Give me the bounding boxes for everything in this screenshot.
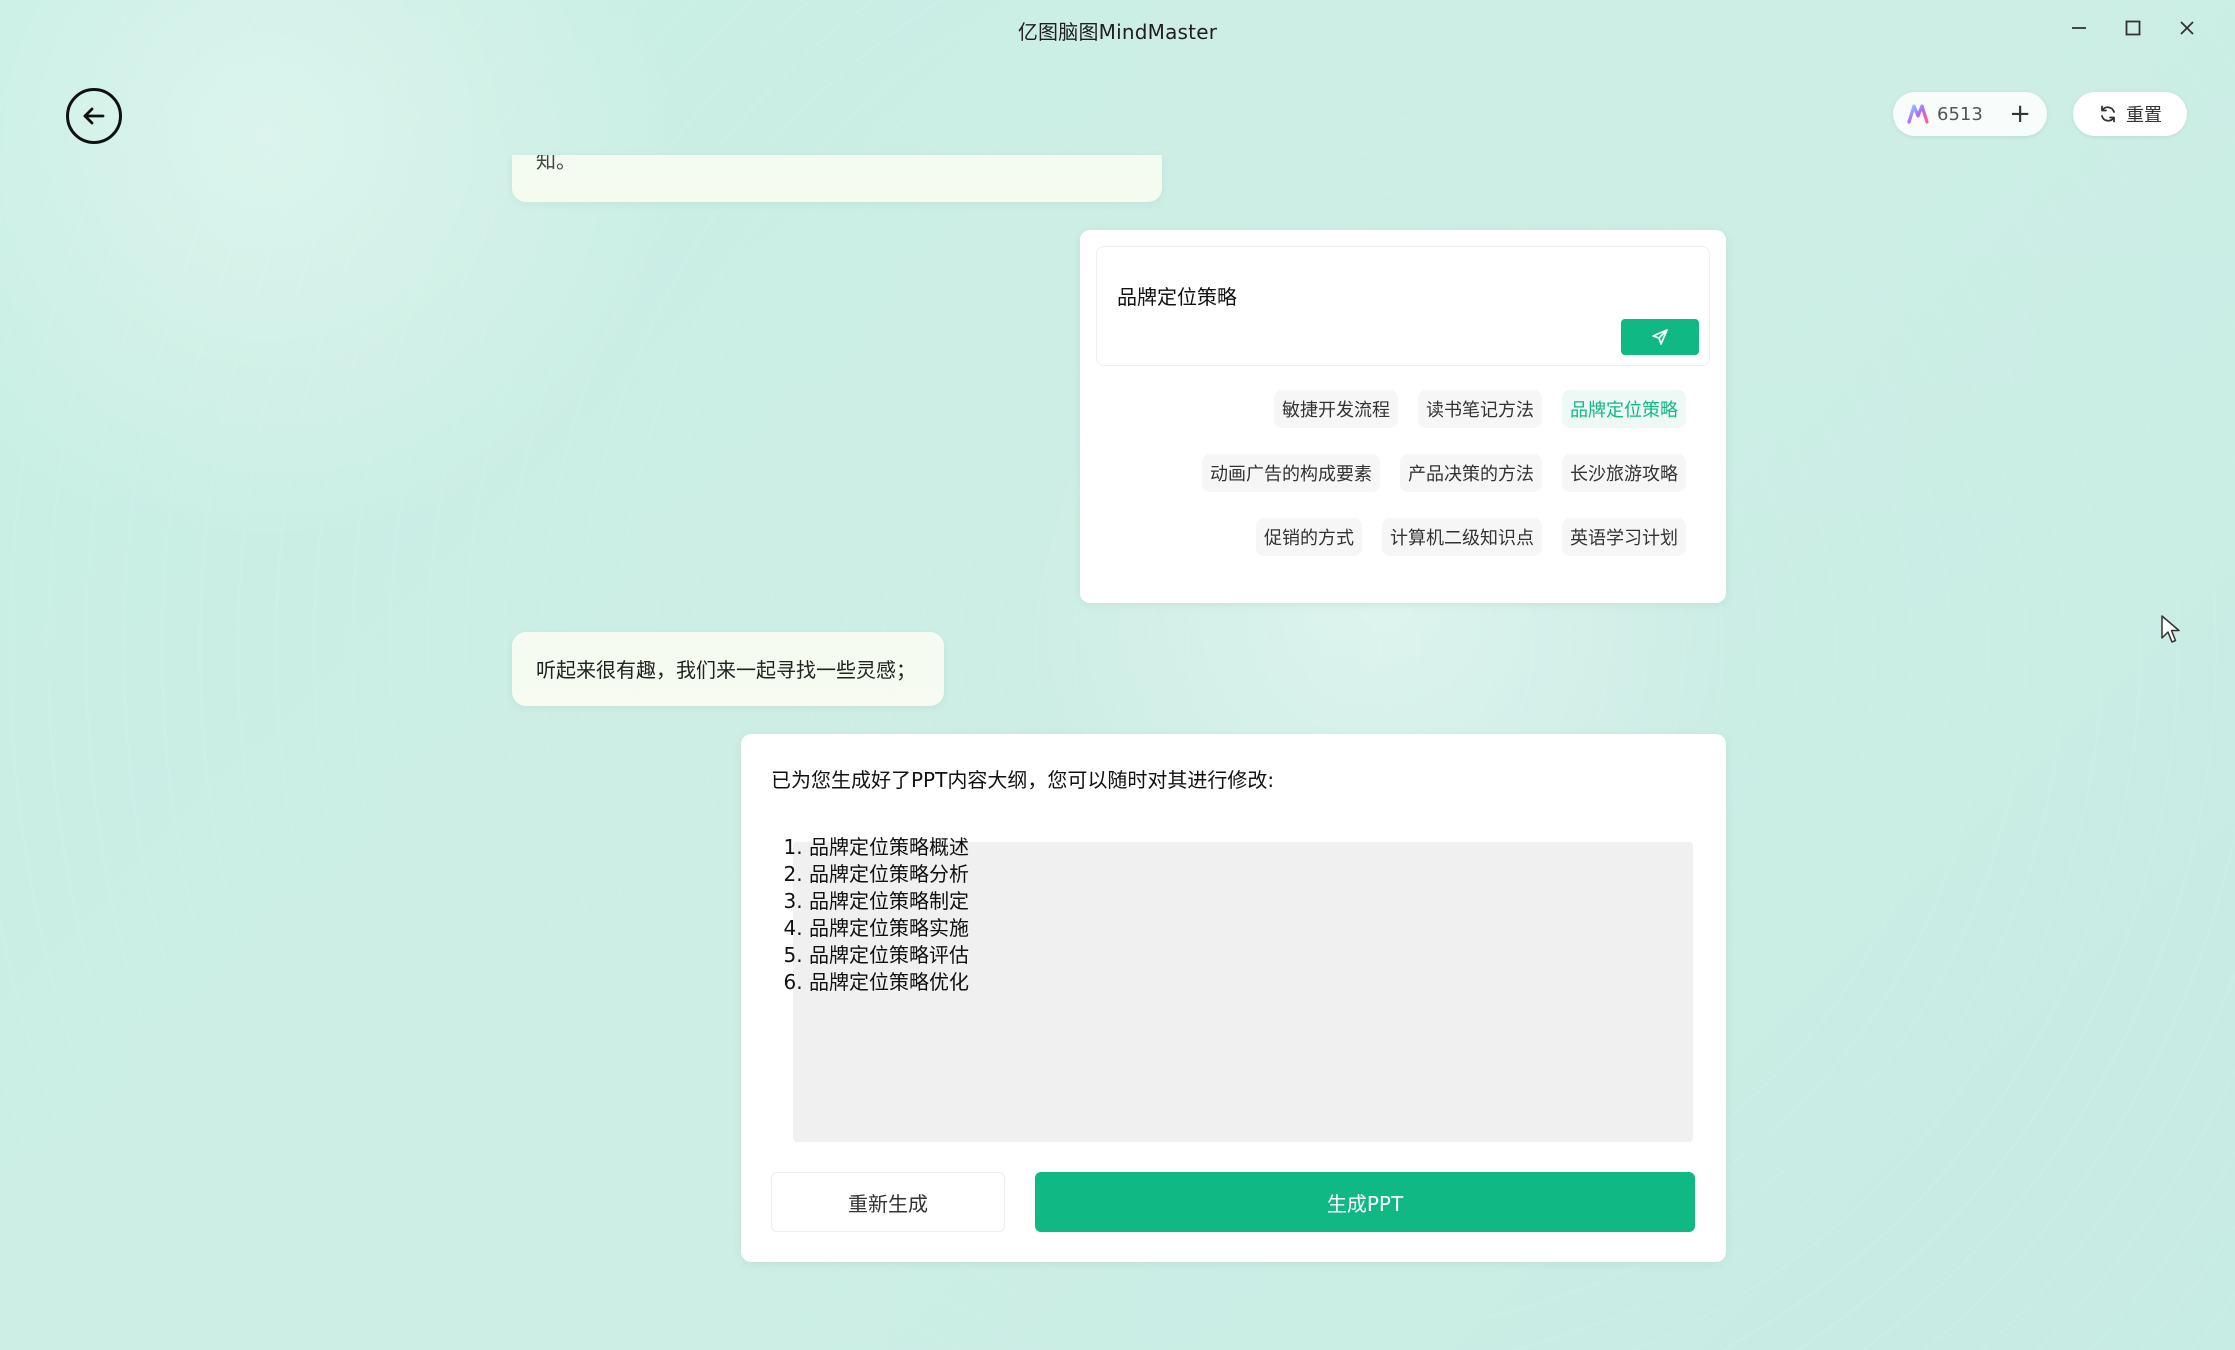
close-icon: [2180, 21, 2194, 35]
suggestion-row-3: 促销的方式 计算机二级知识点 英语学习计划: [1096, 518, 1710, 556]
close-button[interactable]: [2169, 10, 2205, 46]
brand-logo-icon: [1907, 104, 1929, 124]
send-button[interactable]: [1621, 319, 1699, 355]
previous-message-bubble: 知。: [512, 155, 1162, 202]
window-title: 亿图脑图MindMaster: [1017, 20, 1218, 44]
minimize-button[interactable]: [2061, 10, 2097, 46]
outline-intro: 已为您生成好了PPT内容大纲，您可以随时对其进行修改:: [771, 768, 1275, 792]
outline-item: 品牌定位策略制定: [809, 888, 969, 915]
outline-item: 品牌定位策略评估: [809, 942, 969, 969]
outline-panel: 已为您生成好了PPT内容大纲，您可以随时对其进行修改: 品牌定位策略概述 品牌定…: [741, 734, 1726, 1262]
mouse-cursor-icon: [2161, 615, 2180, 643]
topic-input-value: 品牌定位策略: [1117, 285, 1237, 309]
back-button[interactable]: [66, 88, 122, 144]
outline-item: 品牌定位策略分析: [809, 861, 969, 888]
maximize-button[interactable]: [2115, 10, 2151, 46]
add-credits-button[interactable]: +: [2009, 101, 2031, 127]
back-arrow-icon: [83, 107, 105, 125]
outline-item: 品牌定位策略概述: [809, 834, 969, 861]
window-titlebar: 亿图脑图MindMaster: [0, 0, 2235, 58]
suggestion-chip[interactable]: 计算机二级知识点: [1382, 518, 1542, 556]
suggestion-chip[interactable]: 读书笔记方法: [1418, 390, 1542, 428]
generate-ppt-button[interactable]: 生成PPT: [1035, 1172, 1695, 1232]
outline-item: 品牌定位策略优化: [809, 969, 969, 996]
suggestion-chip[interactable]: 动画广告的构成要素: [1202, 454, 1380, 492]
previous-message-text: 知。: [536, 155, 576, 173]
suggestion-row-2: 动画广告的构成要素 产品决策的方法 长沙旅游攻略: [1096, 454, 1710, 492]
suggestion-chip[interactable]: 长沙旅游攻略: [1562, 454, 1686, 492]
outline-item: 品牌定位策略实施: [809, 915, 969, 942]
minimize-icon: [2072, 27, 2086, 29]
credits-count: 6513: [1937, 103, 1983, 125]
window-controls: [2061, 10, 2205, 46]
reset-label: 重置: [2126, 105, 2162, 126]
credits-pill: 6513 +: [1893, 92, 2047, 136]
suggestion-chip[interactable]: 促销的方式: [1256, 518, 1362, 556]
suggestion-chip[interactable]: 英语学习计划: [1562, 518, 1686, 556]
topic-panel: 品牌定位策略 敏捷开发流程 读书笔记方法 品牌定位策略 动画广告的构成要素 产品…: [1080, 230, 1726, 603]
suggestion-chip-active[interactable]: 品牌定位策略: [1562, 390, 1686, 428]
regenerate-button[interactable]: 重新生成: [771, 1172, 1005, 1232]
suggestion-chip[interactable]: 产品决策的方法: [1400, 454, 1542, 492]
outline-list: 品牌定位策略概述 品牌定位策略分析 品牌定位策略制定 品牌定位策略实施 品牌定位…: [785, 834, 969, 996]
suggestion-row-1: 敏捷开发流程 读书笔记方法 品牌定位策略: [1096, 390, 1710, 428]
send-icon: [1652, 329, 1668, 345]
refresh-icon: [2101, 105, 2115, 123]
suggestion-chip[interactable]: 敏捷开发流程: [1274, 390, 1398, 428]
topic-input[interactable]: 品牌定位策略: [1096, 246, 1710, 366]
reset-button[interactable]: 重置: [2073, 92, 2187, 136]
maximize-icon: [2125, 20, 2141, 36]
assistant-bubble: 听起来很有趣，我们来一起寻找一些灵感；: [512, 632, 944, 706]
